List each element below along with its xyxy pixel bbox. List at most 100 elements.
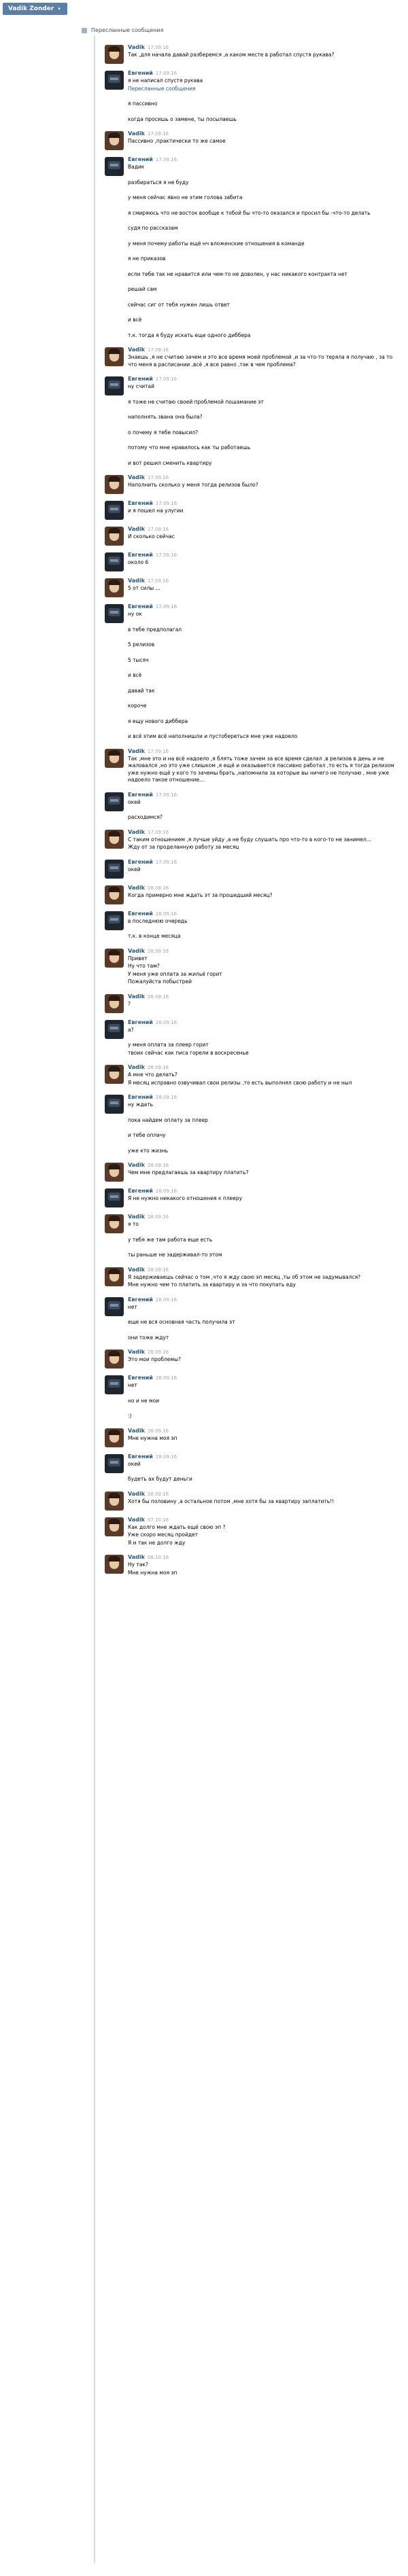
avatar[interactable] xyxy=(105,578,124,597)
avatar[interactable] xyxy=(105,948,124,968)
author-link[interactable]: Евгений xyxy=(128,500,153,506)
message-line: пока найдем оплату за плеер xyxy=(128,1116,208,1123)
avatar[interactable] xyxy=(105,829,124,849)
avatar[interactable] xyxy=(105,604,124,623)
message-item: Vadik 28.09.16 Мне нужна моя эп xyxy=(102,1427,401,1447)
avatar[interactable] xyxy=(105,748,124,768)
message-line: и всё этим всё наполнишли и пустоберетьс… xyxy=(128,733,298,739)
message-line: окей xyxy=(128,866,141,872)
message-time: 17.09.16 xyxy=(147,475,169,480)
author-link[interactable]: Vadik xyxy=(128,993,145,1000)
message-line: и всё xyxy=(128,317,142,323)
message-line: уже кто жизнь xyxy=(128,1147,169,1154)
author-link[interactable]: Vadik xyxy=(128,1162,145,1168)
avatar[interactable] xyxy=(105,1453,124,1473)
author-link[interactable]: Евгений xyxy=(128,859,153,865)
message-line: Знаешь ,я не считаю зачем и это все врем… xyxy=(128,354,393,368)
avatar[interactable] xyxy=(105,131,124,150)
avatar[interactable] xyxy=(105,1214,124,1233)
author-link[interactable]: Vadik xyxy=(128,1428,145,1434)
message-item: Vadik 28.09.16 Это мои проблемы? xyxy=(102,1348,401,1369)
message-line: окей xyxy=(128,1460,141,1467)
author-link[interactable]: Vadik xyxy=(128,1517,145,1523)
forwarded-messages-header[interactable]: Пересланные сообщения xyxy=(82,27,163,33)
author-link[interactable]: Евгений xyxy=(128,1296,153,1303)
user-menu-button[interactable]: Vadik Zonder ▾ xyxy=(3,3,67,15)
author-link[interactable]: Евгений xyxy=(128,552,153,558)
avatar[interactable] xyxy=(105,475,124,494)
message-line: я не написал спустя рукава xyxy=(128,77,203,84)
author-link[interactable]: Vadik xyxy=(128,130,145,137)
author-link[interactable]: Vadik xyxy=(128,44,145,50)
avatar[interactable] xyxy=(105,1375,124,1394)
author-link[interactable]: Vadik xyxy=(128,1267,145,1273)
message-line: нет xyxy=(128,1382,137,1388)
avatar[interactable] xyxy=(105,1163,124,1182)
avatar[interactable] xyxy=(105,1555,124,1574)
author-link[interactable]: Vadik xyxy=(128,748,145,754)
author-link[interactable]: Vadik xyxy=(128,578,145,584)
avatar[interactable] xyxy=(105,1065,124,1084)
avatar[interactable] xyxy=(105,527,124,546)
avatar[interactable] xyxy=(105,45,124,64)
avatar[interactable] xyxy=(105,1428,124,1447)
avatar[interactable] xyxy=(105,1296,124,1316)
message-line: 5 тысяч xyxy=(128,656,149,663)
author-link[interactable]: Vadik xyxy=(128,1214,145,1220)
message-item: Евгений 17.09.16 я не написал спустя рукав… xyxy=(102,69,401,123)
author-link[interactable]: Евгений xyxy=(128,603,153,610)
message-line: в последнюю очередь xyxy=(128,917,188,924)
avatar[interactable] xyxy=(105,1517,124,1536)
author-link[interactable]: Евгений xyxy=(128,156,153,162)
message-line: я смиряюсь что не восток вообще к тобой … xyxy=(128,209,371,216)
avatar[interactable] xyxy=(105,1188,124,1207)
message-item: Евгений 28.09.16 а? у меня оплата за плеер … xyxy=(102,1019,401,1057)
avatar[interactable] xyxy=(105,157,124,176)
author-link[interactable]: Евгений xyxy=(128,1375,153,1381)
author-link[interactable]: Vadik xyxy=(128,885,145,891)
author-link[interactable]: Евгений xyxy=(128,70,153,76)
author-link[interactable]: Vadik xyxy=(128,1349,145,1355)
author-link[interactable]: Евгений xyxy=(128,911,153,917)
message-item: Vadik 17.09.16 Так ,для начала давай разбе… xyxy=(102,43,401,64)
message-body: 5 от силы ... xyxy=(128,585,401,593)
avatar[interactable] xyxy=(105,552,124,571)
avatar[interactable] xyxy=(105,792,124,811)
avatar[interactable] xyxy=(105,885,124,904)
message-header: Евгений 28.09.16 xyxy=(128,1187,401,1195)
avatar[interactable] xyxy=(105,1095,124,1114)
avatar[interactable] xyxy=(105,1491,124,1511)
author-link[interactable]: Vadik xyxy=(128,1491,145,1497)
message-line: окей xyxy=(128,798,141,805)
forwarded-tag[interactable]: Пересланные сообщения xyxy=(128,86,401,93)
author-link[interactable]: Vadik xyxy=(128,829,145,835)
author-link[interactable]: Vadik xyxy=(128,1554,145,1560)
author-link[interactable]: Vadik xyxy=(128,347,145,353)
avatar[interactable] xyxy=(105,347,124,366)
message-line: около 6 xyxy=(128,559,149,565)
author-link[interactable]: Евгений xyxy=(128,1019,153,1025)
author-link[interactable]: Евгений xyxy=(128,1094,153,1100)
avatar[interactable] xyxy=(105,993,124,1013)
message-line: :) xyxy=(128,1413,132,1419)
avatar[interactable] xyxy=(105,1019,124,1039)
avatar[interactable] xyxy=(105,376,124,395)
author-link[interactable]: Vadik xyxy=(128,526,145,532)
author-link[interactable]: Vadik xyxy=(128,948,145,954)
avatar[interactable] xyxy=(105,859,124,879)
avatar[interactable] xyxy=(105,911,124,930)
message-line: разбираться я не буду xyxy=(128,179,189,186)
author-link[interactable]: Евгений xyxy=(128,1453,153,1460)
author-link[interactable]: Евгений xyxy=(128,792,153,798)
avatar[interactable] xyxy=(105,1349,124,1369)
message-line: в тебе предполагал xyxy=(128,626,182,633)
message-item: Евгений 17.09.16 Вадик разбираться я не буд… xyxy=(102,156,401,339)
avatar[interactable] xyxy=(105,71,124,90)
avatar[interactable] xyxy=(105,501,124,520)
author-link[interactable]: Евгений xyxy=(128,376,153,382)
author-link[interactable]: Евгений xyxy=(128,1188,153,1194)
author-link[interactable]: Vadik xyxy=(128,1064,145,1070)
author-link[interactable]: Vadik xyxy=(128,474,145,480)
avatar[interactable] xyxy=(105,1267,124,1286)
message-body: я то у тебя же там работа еще есть ты рань… xyxy=(128,1221,401,1259)
